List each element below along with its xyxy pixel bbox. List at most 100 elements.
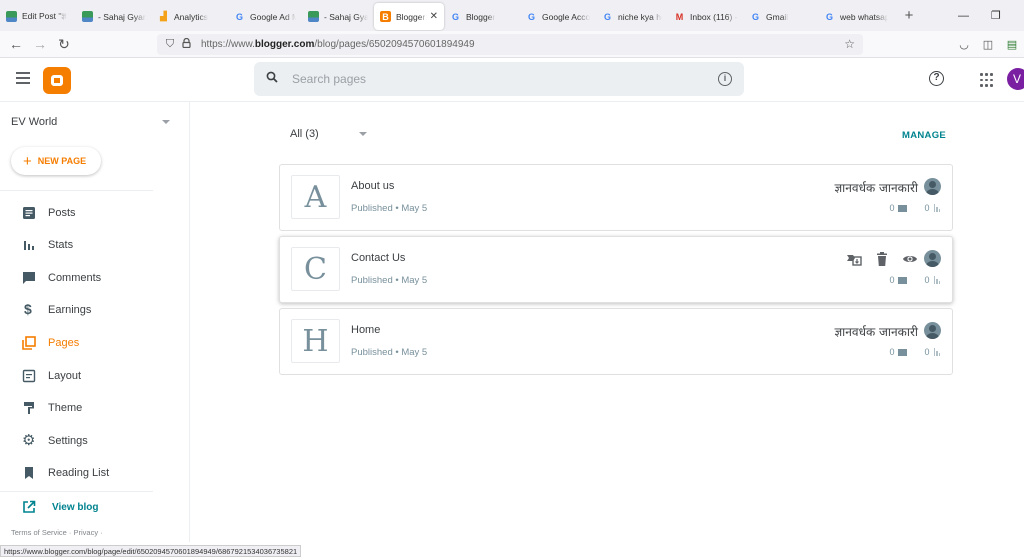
search-input[interactable] [292, 68, 712, 90]
page-status: Published • May 5 [351, 347, 428, 358]
menu-icon[interactable] [16, 72, 30, 84]
page-thumbnail: H [291, 319, 340, 363]
browser-tab[interactable]: G Google Ad M [228, 3, 302, 30]
browser-tab[interactable]: G Gmail [744, 3, 818, 30]
address-bar[interactable]: ⛉ https://www.blogger.com/blog/pages/650… [157, 34, 863, 55]
page-stats: 0 0 [889, 203, 940, 213]
browser-tab-strip: Edit Post "ज्ञ - Sahaj Gyan ▟ Analytics G… [0, 0, 1024, 31]
sidebar-item-comments[interactable]: Comments [0, 264, 153, 292]
divider [0, 190, 153, 191]
comment-count-icon [898, 348, 908, 356]
forward-arrow-icon[interactable]: → [28, 36, 52, 52]
page-stats: 0 0 [889, 347, 940, 357]
gmail-icon: M [675, 11, 684, 22]
browser-tab[interactable]: - Sahaj Gyan [302, 3, 374, 30]
apps-grid-icon[interactable] [980, 73, 993, 87]
app-header: i ? V [0, 58, 1024, 102]
sidebar: EV World + NEW PAGE Posts Stats Comments… [0, 102, 190, 542]
sidebar-item-reading-list[interactable]: Reading List [0, 459, 153, 487]
sidebar-toggle-icon[interactable]: ◫ [976, 38, 1000, 51]
browser-tab[interactable]: M Inbox (116) - [668, 3, 744, 30]
search-box: i [254, 62, 744, 96]
view-eye-icon[interactable] [902, 251, 918, 267]
view-blog-link[interactable]: View blog [0, 493, 153, 521]
browser-tab[interactable]: ▟ Analytics [152, 3, 228, 30]
url-text: https://www.blogger.com/blog/pages/65020… [201, 39, 475, 50]
back-arrow-icon[interactable]: ← [4, 36, 28, 52]
settings-icon: ⚙ [22, 432, 36, 449]
sidebar-item-theme[interactable]: Theme [0, 394, 153, 422]
account-avatar[interactable]: V [1007, 68, 1024, 90]
site-tree-icon [308, 11, 319, 22]
browser-tab[interactable]: G Google Acco [520, 3, 596, 30]
new-tab-button[interactable]: + [898, 7, 920, 24]
lock-icon[interactable] [179, 37, 193, 51]
view-count-icon [933, 204, 940, 212]
comment-count-icon [898, 204, 908, 212]
site-tree-icon [6, 11, 17, 22]
sidebar-item-stats[interactable]: Stats [0, 231, 153, 259]
posts-icon [23, 207, 35, 219]
blogger-logo[interactable] [43, 67, 71, 94]
footer-links[interactable]: Terms of Service · Privacy · [11, 528, 103, 537]
page-title[interactable]: About us [351, 180, 394, 192]
comments-icon [23, 272, 35, 284]
page-list-item[interactable]: H Home Published • May 5 ज्ञानवर्धक जानक… [279, 308, 953, 375]
page-stats: 0 0 [889, 275, 940, 285]
page-list-item[interactable]: A About us Published • May 5 ज्ञानवर्धक … [279, 164, 953, 231]
google-icon: G [825, 11, 833, 22]
browser-tab[interactable]: G Blogger [444, 3, 520, 30]
bookmark-star-icon[interactable]: ☆ [844, 37, 855, 51]
extension-icon[interactable]: ▤ [1000, 38, 1024, 51]
revert-to-draft-icon[interactable] [846, 251, 862, 267]
browser-tab[interactable]: - Sahaj Gyan [76, 3, 152, 30]
reload-icon[interactable]: ↻ [52, 36, 76, 53]
info-icon[interactable]: i [718, 72, 732, 86]
browser-tab-active[interactable]: BBlogger: P✕ [374, 3, 444, 30]
chevron-down-icon[interactable] [162, 120, 170, 124]
sidebar-item-earnings[interactable]: $ Earnings [0, 296, 153, 324]
google-icon: G [527, 11, 535, 22]
page-status: Published • May 5 [351, 203, 428, 214]
new-page-button[interactable]: + NEW PAGE [11, 147, 101, 175]
blog-selector[interactable]: EV World [11, 116, 57, 128]
view-count-icon [933, 348, 940, 356]
restore-button[interactable]: ❐ [991, 0, 1001, 31]
sidebar-item-posts[interactable]: Posts [0, 199, 153, 227]
filter-dropdown[interactable]: All (3) [290, 128, 319, 140]
analytics-icon: ▟ [160, 11, 167, 21]
stats-icon [24, 241, 34, 250]
browser-tab[interactable]: Edit Post "ज्ञ [0, 3, 76, 30]
shield-icon[interactable]: ⛉ [163, 38, 177, 51]
author-name: ज्ञानवर्धक जानकारी [834, 181, 918, 195]
page-list-item[interactable]: C Contact Us Published • May 5 0 0 [279, 236, 953, 303]
page-thumbnail: A [291, 175, 340, 219]
theme-icon [24, 402, 34, 414]
site-tree-icon [82, 11, 93, 22]
sidebar-item-settings[interactable]: ⚙ Settings [0, 427, 153, 455]
sidebar-item-layout[interactable]: Layout [0, 362, 153, 390]
author-avatar-icon [924, 322, 941, 339]
blogger-icon: B [380, 11, 391, 22]
chevron-down-icon[interactable] [359, 132, 367, 136]
help-icon[interactable]: ? [929, 71, 944, 86]
author-name: ज्ञानवर्धक जानकारी [834, 325, 918, 339]
link-preview-status: https://www.blogger.com/blog/page/edit/6… [0, 545, 302, 557]
browser-tab[interactable]: Gniche kya ho [596, 3, 668, 30]
browser-tab[interactable]: Gweb whatsap [818, 3, 894, 30]
pocket-icon[interactable]: ◡ [952, 38, 976, 51]
minimize-button[interactable]: — [958, 0, 969, 31]
delete-icon[interactable] [874, 251, 890, 267]
browser-nav-bar: ← → ↻ ⛉ https://www.blogger.com/blog/pag… [0, 31, 1024, 58]
pages-icon [22, 336, 36, 350]
page-title[interactable]: Contact Us [351, 252, 405, 264]
reading-list-icon [25, 467, 33, 479]
author-avatar-icon [924, 178, 941, 195]
plus-icon: + [23, 152, 32, 170]
close-tab-icon[interactable]: ✕ [430, 11, 438, 22]
page-actions [846, 251, 918, 267]
page-title[interactable]: Home [351, 324, 380, 336]
sidebar-item-pages[interactable]: Pages [0, 329, 153, 357]
author-avatar-icon [924, 250, 941, 267]
manage-button[interactable]: MANAGE [902, 130, 946, 141]
